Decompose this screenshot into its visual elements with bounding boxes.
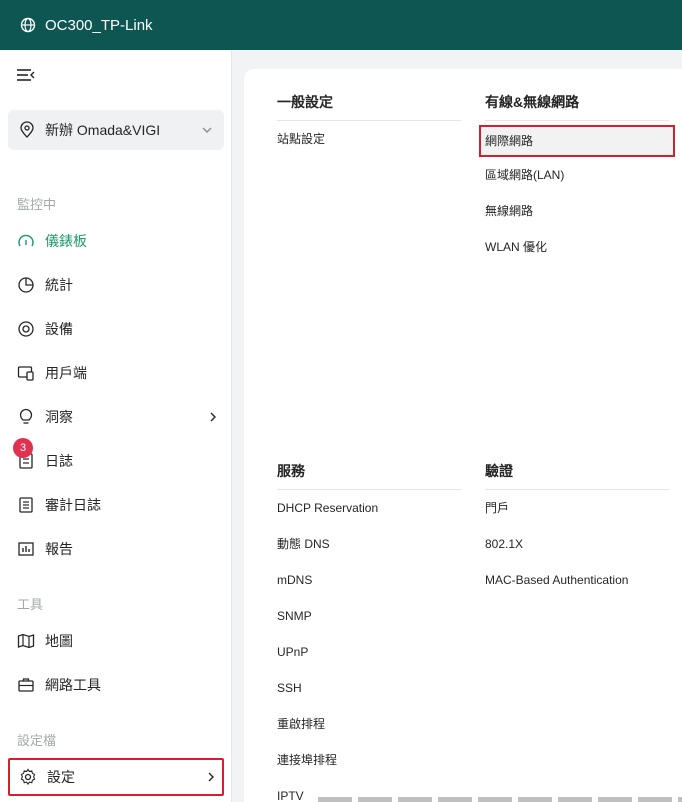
device-icon <box>17 320 35 338</box>
log-icon: 3 <box>13 438 35 470</box>
bar-chart-icon <box>17 540 35 558</box>
sidebar-item-insight[interactable]: 洞察 <box>8 399 224 435</box>
link-reboot-schedule[interactable]: 重啟排程 <box>277 706 461 742</box>
sidebar-item-label: 日誌 <box>45 453 73 469</box>
sidebar-item-label: 用戶端 <box>45 365 87 381</box>
sidebar-item-map[interactable]: 地圖 <box>8 623 224 659</box>
section-monitor: 監控中 <box>17 197 57 212</box>
map-icon <box>17 632 35 650</box>
chevron-right-icon <box>204 770 218 784</box>
globe-icon <box>20 17 36 33</box>
sidebar-item-settings[interactable]: 設定 <box>8 758 224 796</box>
link-ddns[interactable]: 動態 DNS <box>277 526 461 562</box>
gauge-icon <box>17 232 35 250</box>
controller-title: OC300_TP-Link <box>45 16 153 34</box>
sidebar-item-clients[interactable]: 用戶端 <box>8 355 224 391</box>
group-title: 驗證 <box>485 460 669 490</box>
group-general: 一般設定 站點設定 <box>277 91 461 157</box>
link-port-schedule[interactable]: 連接埠排程 <box>277 742 461 778</box>
link-dhcp-reservation[interactable]: DHCP Reservation <box>277 490 461 526</box>
group-services: 服務 DHCP Reservation 動態 DNS mDNS SNMP UPn… <box>277 460 461 802</box>
link-portal[interactable]: 門戶 <box>485 490 669 526</box>
gear-icon <box>19 768 37 786</box>
sidebar-item-devices[interactable]: 設備 <box>8 311 224 347</box>
group-title: 有線&無線網路 <box>485 91 669 121</box>
link-wlan-optimization[interactable]: WLAN 優化 <box>485 229 669 265</box>
link-site-settings[interactable]: 站點設定 <box>277 121 461 157</box>
group-wired-wireless: 有線&無線網路 網際網路 區域網路(LAN) 無線網路 WLAN 優化 <box>479 91 675 265</box>
sidebar-item-dashboard[interactable]: 儀錶板 <box>8 223 224 259</box>
toolbox-icon <box>17 676 35 694</box>
pie-chart-icon <box>17 276 35 294</box>
link-ssh[interactable]: SSH <box>277 670 461 706</box>
sidebar-item-label: 審計日誌 <box>45 497 101 513</box>
sidebar-item-label: 報告 <box>45 541 73 557</box>
chevron-right-icon <box>206 410 220 424</box>
sidebar-item-network-tools[interactable]: 網路工具 <box>8 667 224 703</box>
location-pin-icon <box>18 121 36 139</box>
lightbulb-icon <box>17 408 35 426</box>
link-mac-auth[interactable]: MAC-Based Authentication <box>485 562 669 598</box>
link-8021x[interactable]: 802.1X <box>485 526 669 562</box>
group-authentication: 驗證 門戶 802.1X MAC-Based Authentication <box>485 460 669 598</box>
client-devices-icon <box>17 364 35 382</box>
top-bar: OC300_TP-Link <box>0 0 682 50</box>
section-profile: 設定檔 <box>17 733 57 748</box>
link-mdns[interactable]: mDNS <box>277 562 461 598</box>
section-tools: 工具 <box>17 597 44 612</box>
collapse-menu-icon[interactable] <box>16 66 36 86</box>
sidebar-item-audit-logs[interactable]: 審計日誌 <box>8 487 224 523</box>
group-title: 一般設定 <box>277 91 461 121</box>
list-icon <box>17 496 35 514</box>
sidebar-item-reports[interactable]: 報告 <box>8 531 224 567</box>
link-wireless-network[interactable]: 無線網路 <box>485 193 669 229</box>
sidebar-item-label: 網路工具 <box>45 677 101 693</box>
site-selector[interactable]: 新辦 Omada&VIGI <box>8 110 224 150</box>
sidebar-item-label: 地圖 <box>45 633 73 649</box>
sidebar-item-label: 設備 <box>45 321 73 337</box>
notification-badge: 3 <box>13 438 33 458</box>
group-title: 服務 <box>277 460 461 490</box>
link-internet[interactable]: 網際網路 <box>479 125 675 157</box>
settings-panel: 一般設定 站點設定 有線&無線網路 網際網路 區域網路(LAN) 無線網路 WL… <box>244 69 682 802</box>
site-name: 新辦 Omada&VIGI <box>45 122 161 138</box>
scrollbar-strip <box>318 797 682 802</box>
sidebar-item-label: 設定 <box>47 769 75 785</box>
sidebar-item-label: 洞察 <box>45 409 73 425</box>
link-lan[interactable]: 區域網路(LAN) <box>485 157 669 193</box>
link-snmp[interactable]: SNMP <box>277 598 461 634</box>
sidebar-item-statistics[interactable]: 統計 <box>8 267 224 303</box>
link-upnp[interactable]: UPnP <box>277 634 461 670</box>
chevron-down-icon <box>200 123 214 137</box>
sidebar-item-label: 儀錶板 <box>45 233 87 249</box>
sidebar-item-logs[interactable]: 3 日誌 <box>8 438 224 479</box>
sidebar-item-label: 統計 <box>45 277 73 293</box>
sidebar: 新辦 Omada&VIGI 監控中 儀錶板 統計 設備 用戶端 洞察 3 日誌 … <box>0 50 232 802</box>
